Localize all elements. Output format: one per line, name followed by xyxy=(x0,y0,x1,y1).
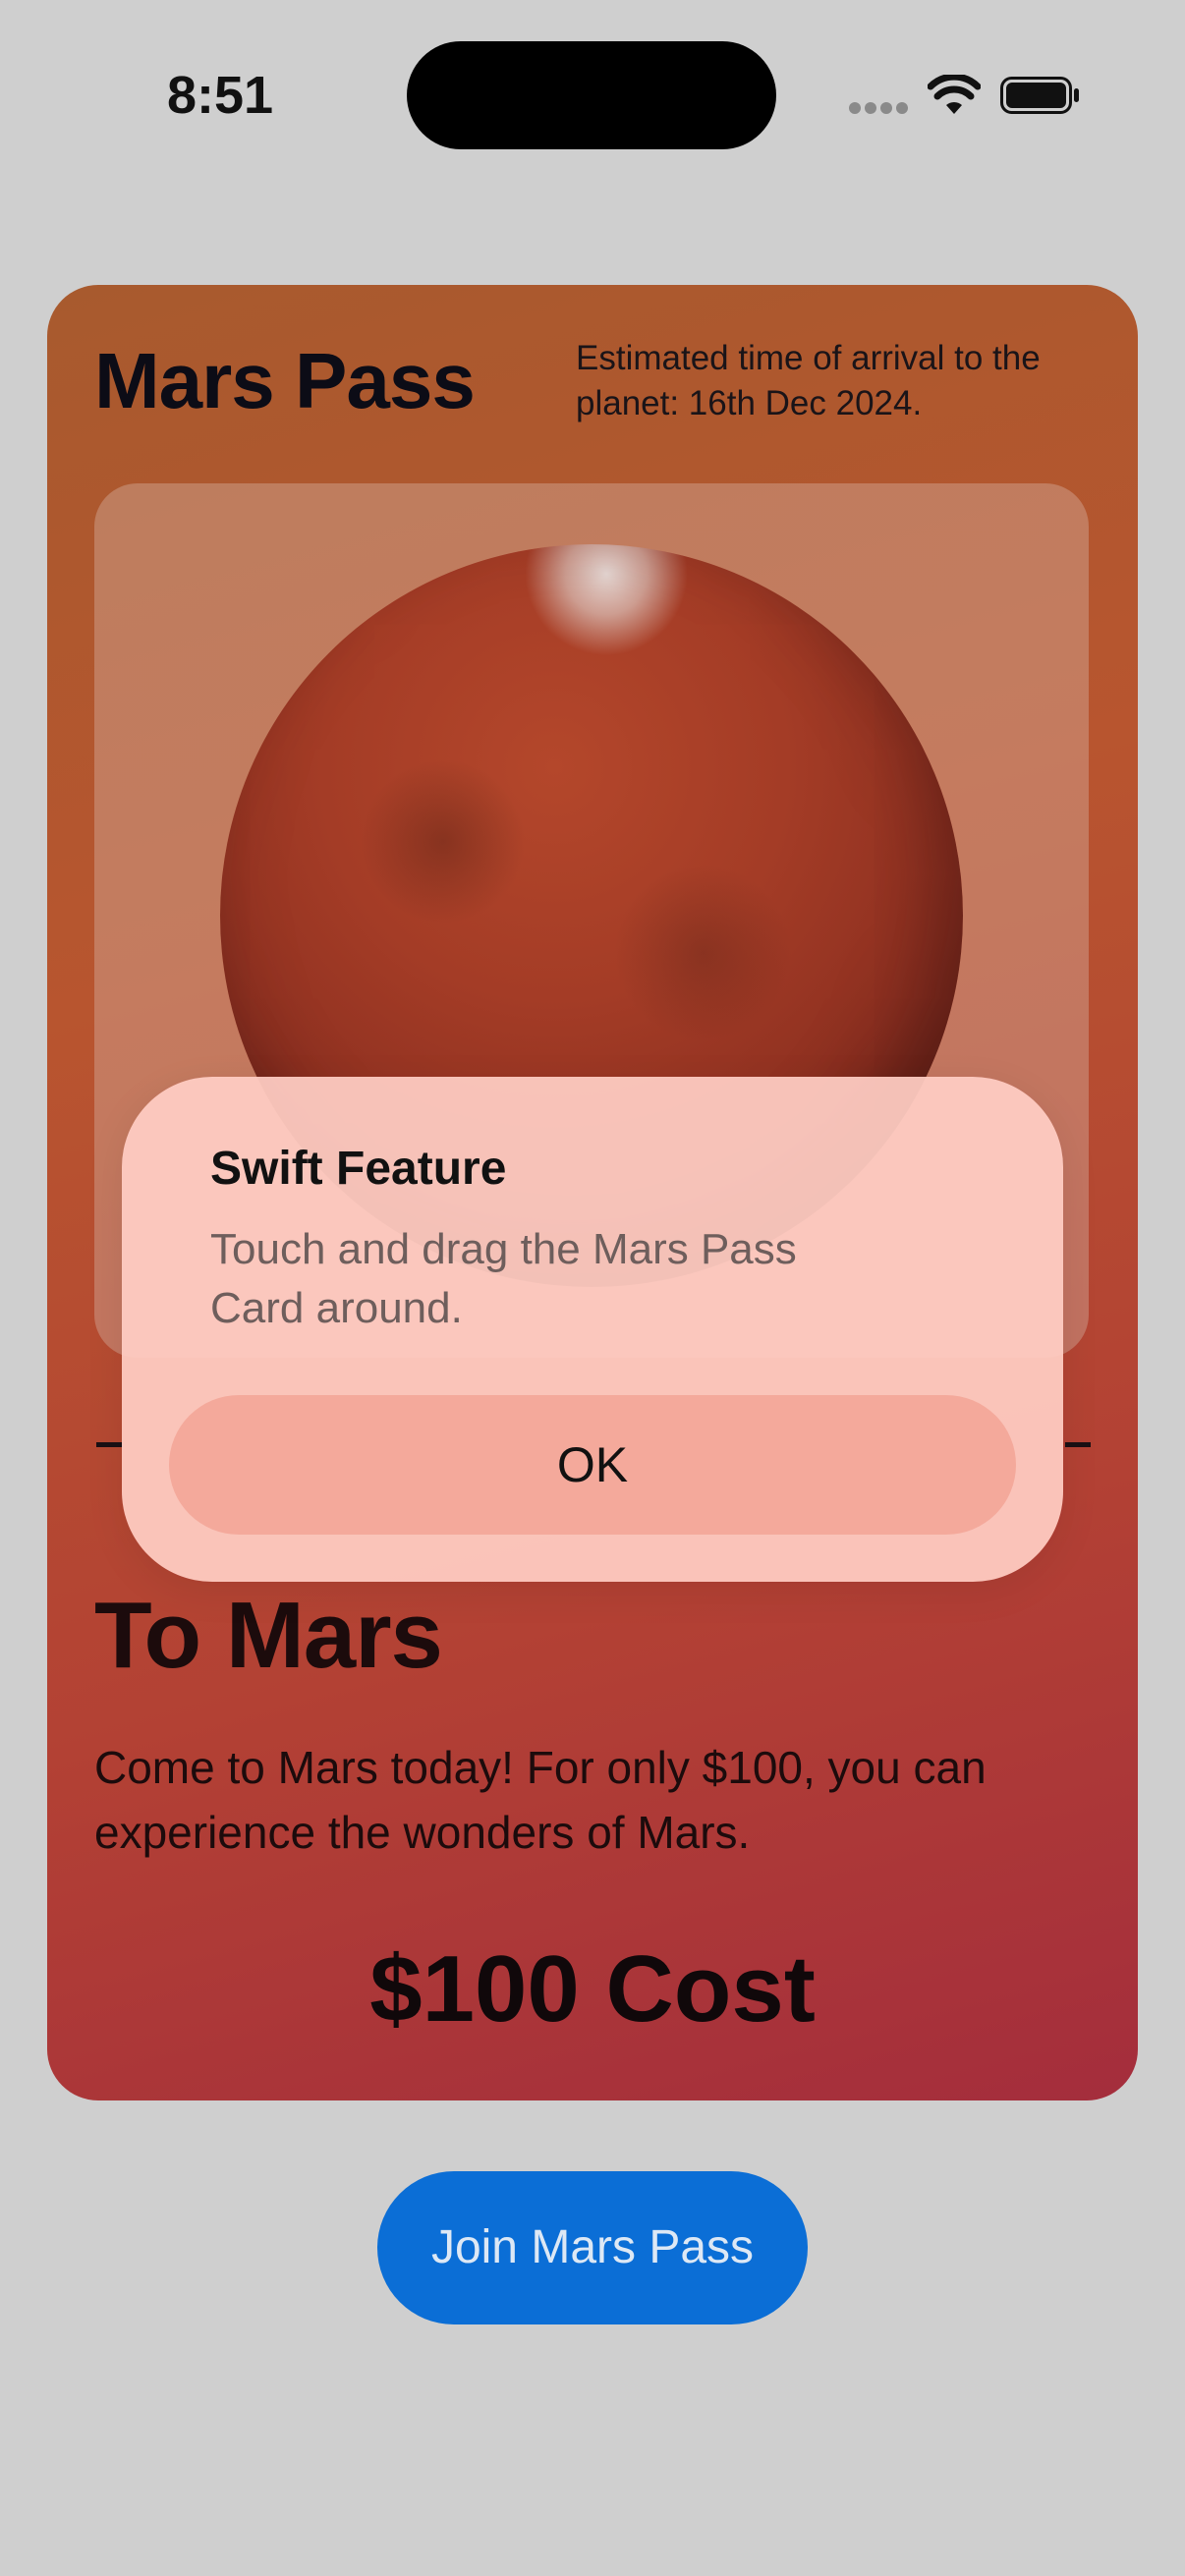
ok-button[interactable]: OK xyxy=(169,1395,1016,1535)
battery-icon xyxy=(1000,77,1079,114)
alert-message: Touch and drag the Mars Pass Card around… xyxy=(210,1225,797,1332)
card-eta: Estimated time of arrival to the planet:… xyxy=(576,339,1041,422)
card-description: Come to Mars today! For only $100, you c… xyxy=(94,1742,987,1858)
dynamic-island xyxy=(407,41,776,149)
card-title: Mars Pass xyxy=(94,337,476,424)
divider-mark-right xyxy=(1065,1413,1091,1447)
cellular-signal-icon xyxy=(849,102,908,116)
alert-title: Swift Feature xyxy=(210,1143,507,1195)
card-cost: $100 Cost xyxy=(369,1936,816,2042)
join-mars-pass-button[interactable]: Join Mars Pass xyxy=(377,2171,808,2324)
status-time: 8:51 xyxy=(167,66,274,125)
wifi-icon xyxy=(928,75,981,114)
divider-mark-left xyxy=(96,1413,122,1447)
alert-dialog: Swift Feature Touch and drag the Mars Pa… xyxy=(122,1077,1063,1582)
card-heading: To Mars xyxy=(94,1583,443,1688)
